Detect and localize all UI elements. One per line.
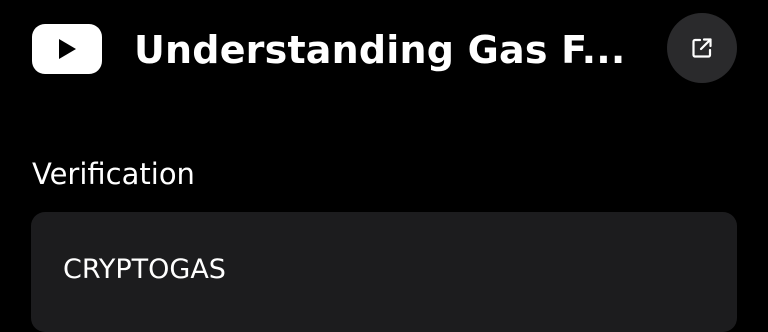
verification-value: CRYPTOGAS <box>63 254 226 285</box>
verification-field[interactable]: CRYPTOGAS <box>31 212 737 332</box>
header: Understanding Gas F... <box>0 0 768 100</box>
open-external-button[interactable] <box>667 13 737 83</box>
youtube-icon <box>32 24 102 74</box>
video-title: Understanding Gas F... <box>134 28 626 72</box>
verification-label: Verification <box>32 157 195 191</box>
external-link-icon <box>692 38 712 58</box>
